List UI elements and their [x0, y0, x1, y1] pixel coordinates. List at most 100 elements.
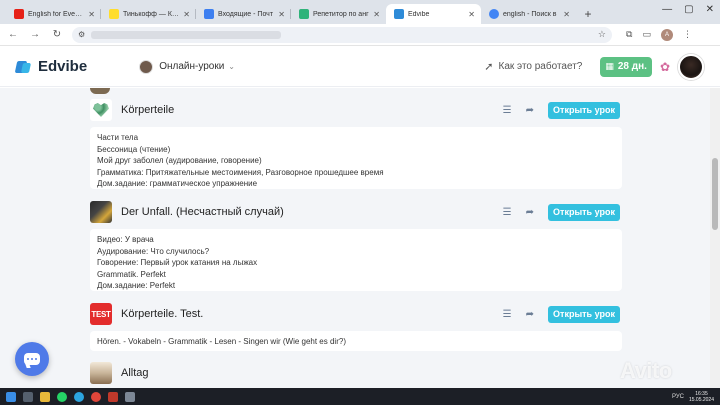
chat-button[interactable]	[15, 342, 49, 376]
share-icon[interactable]: ➦	[526, 105, 534, 116]
maximize-icon[interactable]: ▢	[684, 4, 693, 15]
description-icon[interactable]: ☰	[503, 309, 512, 320]
new-tab-icon[interactable]: +	[580, 6, 596, 22]
mode-avatar	[139, 59, 154, 74]
blurred-url	[91, 30, 282, 39]
browser-tab[interactable]: Репетитор по анг ✕	[291, 4, 386, 24]
profile-avatar[interactable]: A	[660, 28, 673, 41]
subscription-days-badge[interactable]: ▦ 28 дн.	[600, 56, 652, 77]
share-icon[interactable]: ➦	[526, 207, 534, 218]
minimize-icon[interactable]: —	[662, 4, 672, 15]
open-lesson-button[interactable]: Открыть урок	[548, 305, 620, 323]
lesson-thumbnail	[90, 362, 112, 384]
chrome-icon[interactable]	[91, 391, 101, 402]
browser-tab[interactable]: Входящие - Почт ✕	[196, 4, 291, 24]
explorer-icon[interactable]	[40, 391, 50, 402]
lesson-list: Körperteile ☰ ➦ Открыть урок Части тела …	[0, 88, 710, 388]
window-controls: — ▢ ✕	[662, 4, 714, 15]
close-icon[interactable]: ✕	[278, 10, 285, 19]
lesson-title: Körperteile	[121, 104, 175, 116]
description-line: Грамматика: Притяжательные местоимения, …	[97, 167, 384, 177]
os-taskbar: РУС 16:35 15.05.2024	[0, 388, 720, 405]
close-icon[interactable]: ✕	[183, 10, 190, 19]
chevron-down-icon: ⌄	[228, 62, 235, 71]
edvibe-logo[interactable]: Edvibe	[14, 58, 87, 75]
mode-label: Онлайн-уроки	[159, 61, 225, 72]
description-line: Hören. - Vokabeln - Grammatik - Lesen - …	[97, 337, 346, 346]
description-line: Дом.задание: Perfekt	[97, 281, 176, 290]
share-icon[interactable]: ➦	[526, 309, 534, 320]
search-icon[interactable]	[23, 391, 33, 402]
description-line: Части тела	[97, 133, 139, 142]
avito-watermark: Avito	[620, 358, 672, 383]
whatsapp-icon[interactable]	[57, 391, 67, 402]
pdf-icon[interactable]	[108, 391, 118, 402]
tab-title: english - Поиск в	[503, 10, 557, 18]
clock-date: 15.05.2024	[688, 396, 714, 403]
lesson-row: Körperteile ☰ ➦ Открыть урок	[84, 97, 624, 123]
tab-title: Репетитор по анг	[313, 10, 369, 18]
close-icon[interactable]: ✕	[373, 10, 380, 19]
forward-icon[interactable]: →	[28, 28, 42, 42]
clock[interactable]: 16:35 15.05.2024	[689, 391, 714, 403]
extensions-icon[interactable]: ⧉	[626, 29, 632, 40]
app-icon[interactable]	[125, 391, 135, 402]
reload-icon[interactable]: ↻	[50, 28, 64, 42]
browser-tab-strip: English for Everyday ✕ Тинькофф — Кред ✕…	[0, 0, 720, 24]
tab-title: English for Everyday	[28, 10, 85, 18]
lesson-description: Видео: У врача Аудирование: Что случилос…	[90, 229, 622, 291]
gift-icon[interactable]: ✿	[660, 60, 670, 74]
scrollbar[interactable]	[710, 88, 720, 388]
google-favicon-icon	[489, 9, 499, 19]
description-line: Видео: У врача	[97, 235, 154, 244]
tinkoff-favicon-icon	[109, 9, 119, 19]
description-line: Дом.задание: грамматическое упражнение	[97, 179, 258, 188]
scrollbar-thumb[interactable]	[712, 158, 718, 230]
calendar-icon: ▦	[605, 61, 614, 71]
browser-toolbar: ← → ↻ ⚙ ☆ ⧉ ▭ A ⋮	[0, 24, 720, 46]
description-line: Grammatik. Perfekt	[97, 269, 166, 279]
previous-lesson-thumbnail	[90, 88, 110, 94]
close-icon[interactable]: ✕	[88, 10, 95, 19]
description-icon[interactable]: ☰	[503, 207, 512, 218]
language-indicator[interactable]: РУС	[672, 394, 684, 400]
lesson-row: Der Unfall. (Несчастный случай) ☰ ➦ Откр…	[84, 199, 624, 225]
browser-tab-active[interactable]: Edvibe ✕	[386, 4, 481, 24]
open-lesson-button[interactable]: Открыть урок	[548, 101, 620, 119]
edvibe-logo-icon	[14, 59, 32, 75]
lesson-description: Части тела Бессоница (чтение) Мой друг з…	[90, 127, 622, 189]
system-tray: РУС 16:35 15.05.2024	[672, 391, 714, 403]
days-label: 28 дн.	[617, 61, 647, 72]
sidepanel-icon[interactable]: ▭	[642, 29, 651, 40]
user-avatar[interactable]	[678, 53, 704, 80]
close-window-icon[interactable]: ✕	[706, 4, 714, 15]
close-icon[interactable]: ✕	[563, 10, 570, 19]
browser-tab[interactable]: English for Everyday ✕	[6, 4, 101, 24]
chat-bubble-icon	[24, 353, 40, 365]
close-icon[interactable]: ✕	[468, 10, 475, 19]
lesson-mode-selector[interactable]: Онлайн-уроки ⌄	[139, 59, 235, 74]
how-it-works-label: Как это работает?	[498, 61, 583, 72]
description-icon[interactable]: ☰	[503, 105, 512, 116]
lesson-title: Der Unfall. (Несчастный случай)	[121, 206, 284, 218]
browser-tab[interactable]: english - Поиск в ✕	[481, 4, 576, 24]
edvibe-favicon-icon	[394, 9, 404, 19]
youtube-favicon-icon	[14, 9, 24, 19]
app-header: Edvibe Онлайн-уроки ⌄ ➚ Как это работает…	[0, 47, 720, 87]
telegram-icon[interactable]	[74, 391, 84, 402]
tab-title: Тинькофф — Кред	[123, 10, 180, 18]
bookmark-star-icon[interactable]: ☆	[598, 29, 606, 40]
open-lesson-button[interactable]: Открыть урок	[548, 203, 620, 221]
description-line: Мой друг заболел (аудирование, говорение…	[97, 156, 262, 165]
lesson-title: Körperteile. Test.	[121, 308, 204, 320]
lesson-description: Hören. - Vokabeln - Grammatik - Lesen - …	[90, 331, 622, 351]
address-bar[interactable]: ⚙ ☆	[72, 26, 612, 43]
browser-tab[interactable]: Тинькофф — Кред ✕	[101, 4, 196, 24]
menu-icon[interactable]: ⋮	[683, 29, 692, 40]
site-settings-icon[interactable]: ⚙	[78, 30, 85, 39]
how-it-works-link[interactable]: ➚ Как это работает?	[484, 60, 582, 73]
back-icon[interactable]: ←	[6, 28, 20, 42]
windows-start-icon[interactable]	[6, 391, 16, 402]
description-line: Аудирование: Что случилось?	[97, 246, 210, 256]
tab-title: Входящие - Почт	[218, 10, 274, 18]
